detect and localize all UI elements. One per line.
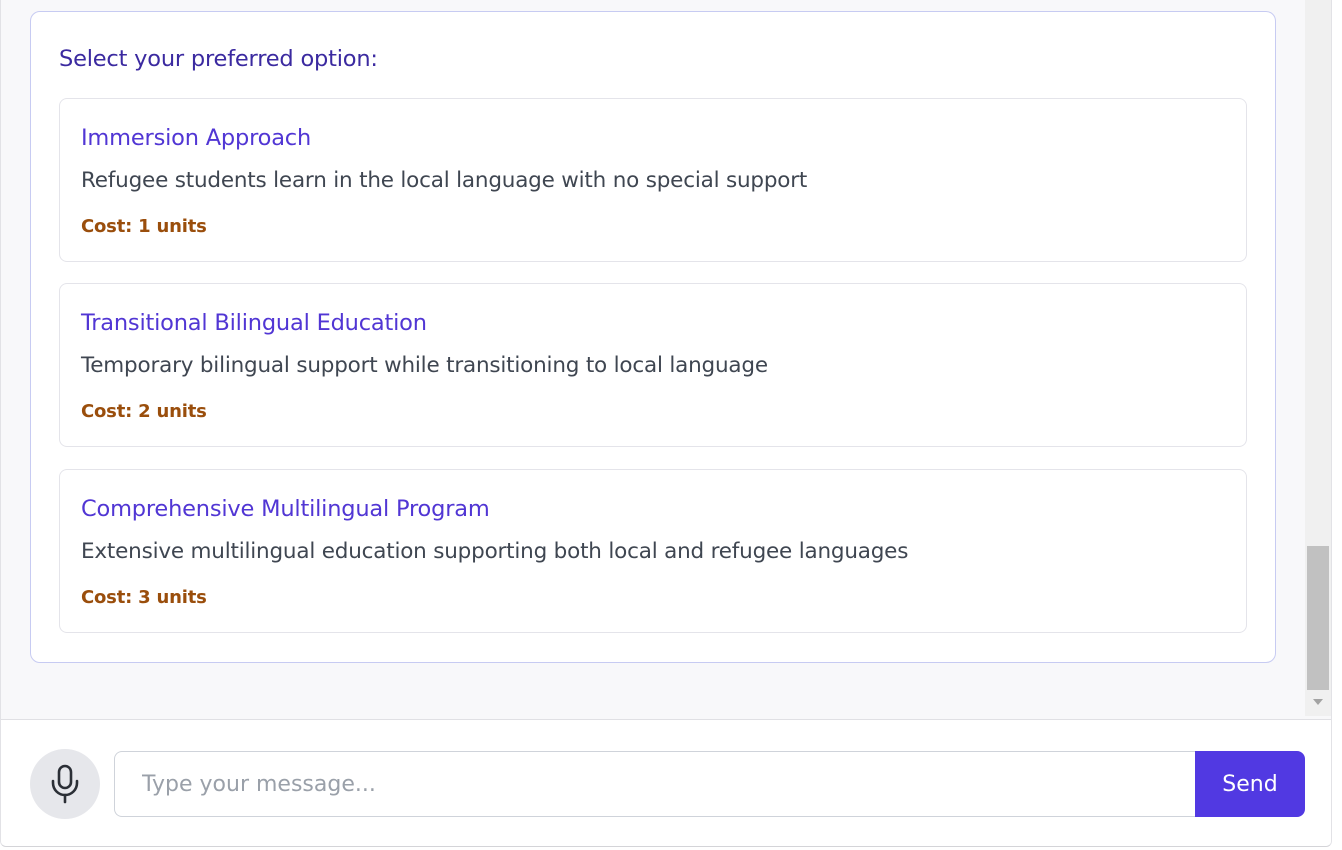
- option-card-transitional-bilingual-education[interactable]: Transitional Bilingual Education Tempora…: [59, 283, 1247, 447]
- options-panel: Select your preferred option: Immersion …: [30, 11, 1276, 663]
- option-title: Transitional Bilingual Education: [81, 310, 427, 336]
- options-panel-title: Select your preferred option:: [59, 46, 378, 72]
- send-button[interactable]: Send: [1195, 751, 1305, 817]
- chat-window: Select your preferred option: Immersion …: [0, 0, 1332, 847]
- message-input[interactable]: [114, 751, 1196, 817]
- scroll-down-arrow-icon[interactable]: [1313, 699, 1323, 705]
- option-description: Temporary bilingual support while transi…: [81, 353, 768, 378]
- option-cost: Cost: 1 units: [81, 216, 207, 237]
- message-input-bar: Send: [1, 719, 1331, 846]
- scrollbar-thumb[interactable]: [1307, 546, 1329, 690]
- option-card-comprehensive-multilingual-program[interactable]: Comprehensive Multilingual Program Exten…: [59, 469, 1247, 633]
- option-title: Immersion Approach: [81, 125, 312, 151]
- option-description: Extensive multilingual education support…: [81, 539, 909, 564]
- option-cost: Cost: 3 units: [81, 587, 207, 608]
- vertical-scrollbar[interactable]: [1305, 0, 1331, 716]
- option-cost: Cost: 2 units: [81, 401, 207, 422]
- option-description: Refugee students learn in the local lang…: [81, 168, 808, 193]
- microphone-button[interactable]: [30, 749, 100, 819]
- option-card-immersion-approach[interactable]: Immersion Approach Refugee students lear…: [59, 98, 1247, 262]
- option-title: Comprehensive Multilingual Program: [81, 496, 490, 522]
- chat-messages-area: Select your preferred option: Immersion …: [1, 0, 1305, 719]
- microphone-icon: [51, 764, 79, 804]
